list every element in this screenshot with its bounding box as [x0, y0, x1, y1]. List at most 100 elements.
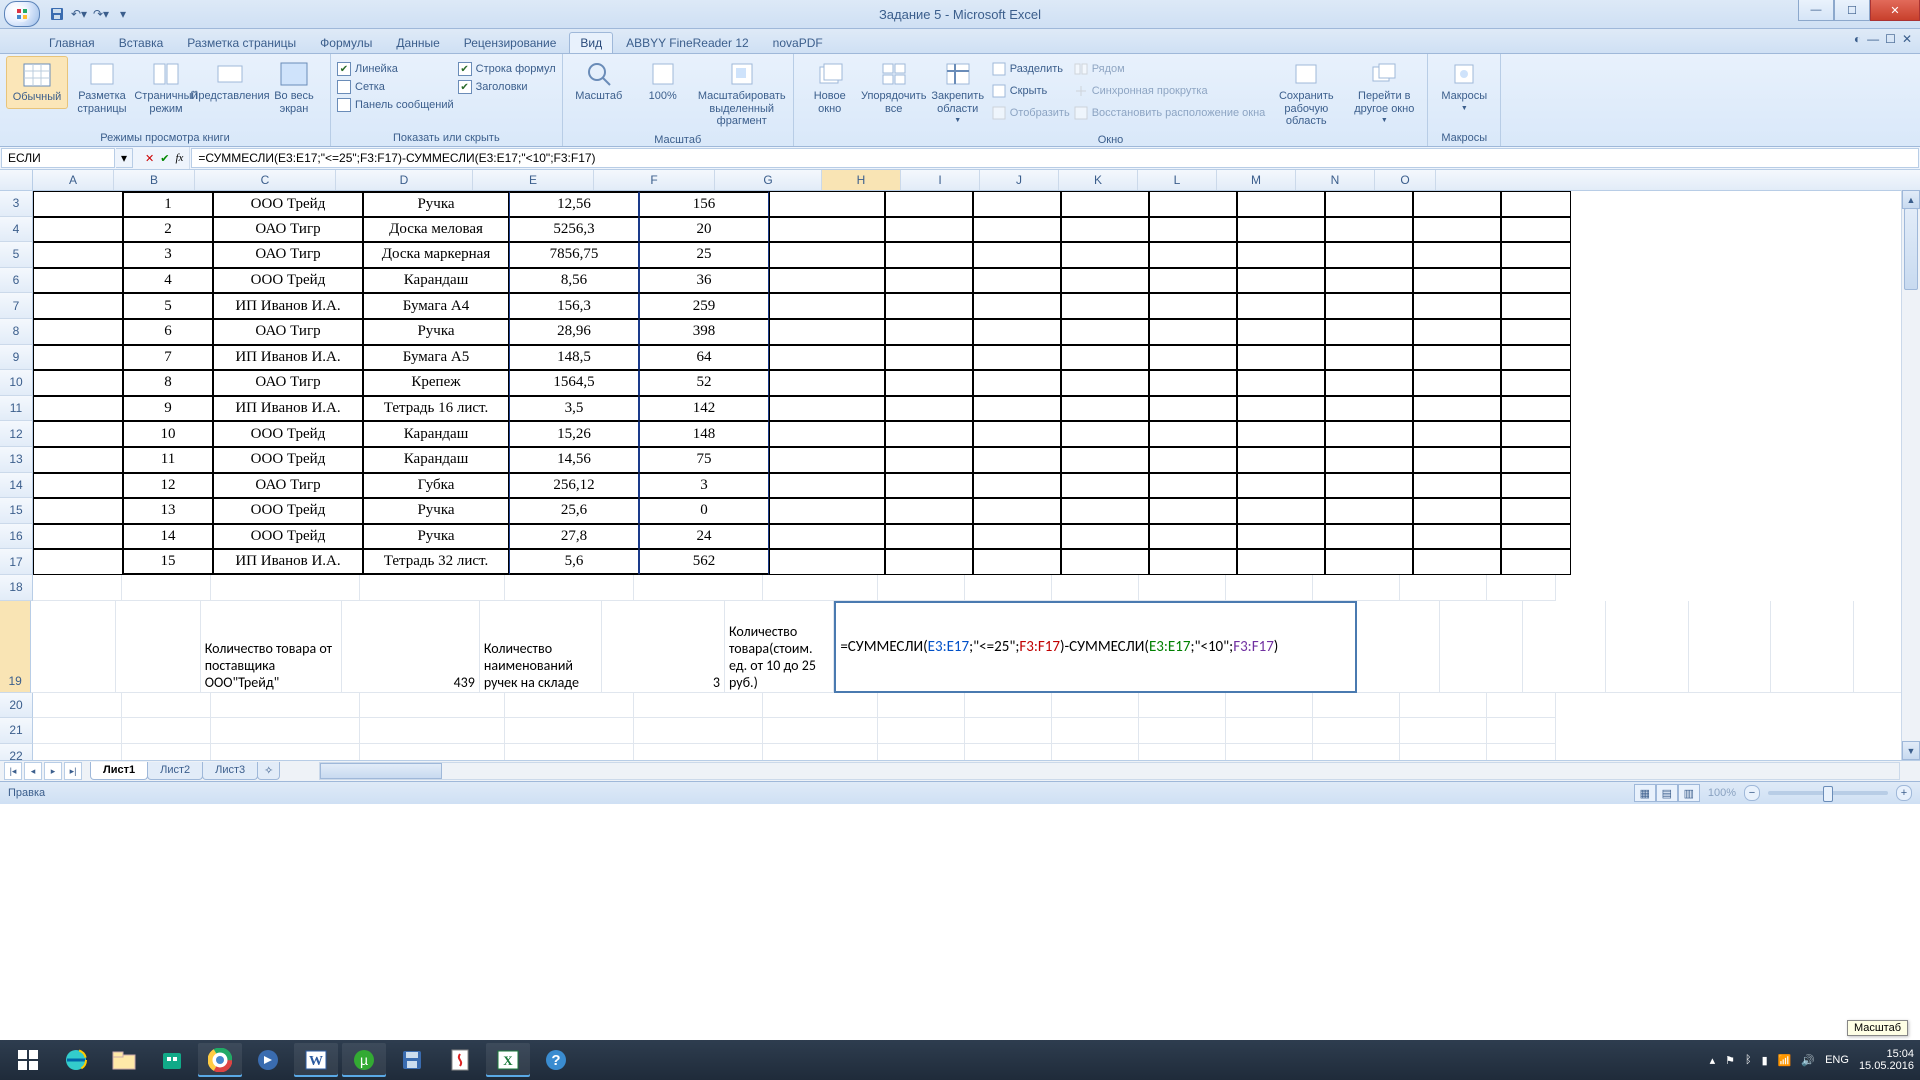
cell[interactable]: 1: [123, 191, 213, 217]
sheet-next-icon[interactable]: ▸: [44, 762, 62, 780]
cell[interactable]: [31, 601, 116, 693]
cell[interactable]: [1413, 498, 1501, 524]
row-header[interactable]: 3: [0, 191, 33, 217]
ribbon-restore-icon[interactable]: ☐: [1885, 32, 1896, 46]
cell[interactable]: [878, 718, 965, 744]
volume-icon[interactable]: 🔊: [1801, 1054, 1815, 1067]
cell[interactable]: [885, 498, 973, 524]
hide-button[interactable]: Скрыть: [992, 82, 1070, 100]
cell[interactable]: [1400, 693, 1487, 719]
cell[interactable]: [1413, 396, 1501, 422]
cell[interactable]: ИП Иванов И.А.: [213, 293, 363, 319]
cell[interactable]: [769, 396, 885, 422]
cell[interactable]: [1413, 268, 1501, 294]
cell[interactable]: 5,6: [509, 549, 639, 575]
cell[interactable]: 562: [639, 549, 769, 575]
cell[interactable]: [1061, 319, 1149, 345]
cell[interactable]: ОАО Тигр: [213, 319, 363, 345]
col-header-O[interactable]: O: [1375, 170, 1436, 190]
col-header-E[interactable]: E: [473, 170, 594, 190]
row-header[interactable]: 8: [0, 319, 33, 345]
cell[interactable]: 25: [639, 242, 769, 268]
cell[interactable]: [1139, 693, 1226, 719]
bluetooth-icon[interactable]: ᛒ: [1745, 1054, 1752, 1066]
custom-views-button[interactable]: Представления: [200, 56, 260, 107]
hscroll-thumb[interactable]: [320, 763, 442, 779]
cell[interactable]: 7856,75: [509, 242, 639, 268]
col-header-B[interactable]: B: [114, 170, 195, 190]
cell[interactable]: [965, 744, 1052, 760]
cell[interactable]: [973, 473, 1061, 499]
cell[interactable]: 3,5: [509, 396, 639, 422]
cell[interactable]: [1487, 575, 1556, 601]
row-header[interactable]: 18: [0, 575, 33, 601]
row-header[interactable]: 5: [0, 242, 33, 268]
cell[interactable]: [763, 575, 878, 601]
store-icon[interactable]: [150, 1043, 194, 1077]
cell[interactable]: Бумага А4: [363, 293, 509, 319]
tab-formulas[interactable]: Формулы: [309, 32, 383, 53]
cell[interactable]: [1413, 242, 1501, 268]
cell[interactable]: [973, 524, 1061, 550]
cell[interactable]: [769, 473, 885, 499]
cell[interactable]: [1413, 293, 1501, 319]
page-layout-button[interactable]: Разметка страницы: [72, 56, 132, 119]
cell[interactable]: [360, 718, 505, 744]
cell[interactable]: [1487, 744, 1556, 760]
ribbon-min-icon[interactable]: —: [1867, 32, 1879, 46]
cell[interactable]: [634, 575, 763, 601]
cell[interactable]: [33, 575, 122, 601]
cell[interactable]: [1440, 601, 1523, 693]
cell[interactable]: [1501, 319, 1571, 345]
cell[interactable]: ООО Трейд: [213, 447, 363, 473]
system-tray[interactable]: ▴ ⚑ ᛒ ▮ 📶 🔊 ENG 15:04 15.05.2016: [1710, 1048, 1914, 1072]
cell[interactable]: ООО Трейд: [213, 524, 363, 550]
cell[interactable]: [1237, 268, 1325, 294]
cell[interactable]: 256,12: [509, 473, 639, 499]
cell[interactable]: [885, 319, 973, 345]
cell[interactable]: 75: [639, 447, 769, 473]
chk-ruler[interactable]: ✔Линейка: [337, 62, 454, 76]
cell[interactable]: [116, 601, 201, 693]
cell[interactable]: [1413, 370, 1501, 396]
cell[interactable]: [769, 242, 885, 268]
cell[interactable]: [33, 524, 123, 550]
cell[interactable]: 148: [639, 421, 769, 447]
cell[interactable]: [1413, 524, 1501, 550]
cell[interactable]: [1325, 242, 1413, 268]
cell[interactable]: 398: [639, 319, 769, 345]
cell[interactable]: 9: [123, 396, 213, 422]
row-header[interactable]: 12: [0, 421, 33, 447]
cell[interactable]: [505, 693, 634, 719]
cell[interactable]: [1237, 473, 1325, 499]
cell[interactable]: [33, 242, 123, 268]
cell[interactable]: [1052, 575, 1139, 601]
cell[interactable]: [1606, 601, 1689, 693]
cell[interactable]: 15,26: [509, 421, 639, 447]
cell[interactable]: 3: [639, 473, 769, 499]
cell[interactable]: [1237, 191, 1325, 217]
name-box[interactable]: ЕСЛИ: [1, 148, 115, 168]
close-button[interactable]: ✕: [1870, 0, 1920, 21]
chk-gridlines[interactable]: Сетка: [337, 80, 454, 94]
view-break-icon[interactable]: ▥: [1678, 784, 1700, 802]
cell[interactable]: 15: [123, 549, 213, 575]
cell[interactable]: [33, 421, 123, 447]
cell[interactable]: ОАО Тигр: [213, 217, 363, 243]
cell[interactable]: [211, 718, 360, 744]
cancel-formula-icon[interactable]: ✕: [145, 152, 154, 165]
formula-input[interactable]: =СУММЕСЛИ(E3:E17;"<=25";F3:F17)-СУММЕСЛИ…: [191, 148, 1919, 168]
fullscreen-button[interactable]: Во весь экран: [264, 56, 324, 119]
cell[interactable]: [1237, 524, 1325, 550]
cell[interactable]: [1149, 345, 1237, 371]
cell[interactable]: [360, 575, 505, 601]
cell[interactable]: [1313, 718, 1400, 744]
cell[interactable]: 64: [639, 345, 769, 371]
cell[interactable]: [211, 744, 360, 760]
cell[interactable]: 14: [123, 524, 213, 550]
col-header-F[interactable]: F: [594, 170, 715, 190]
cell[interactable]: ОАО Тигр: [213, 473, 363, 499]
name-box-dropdown[interactable]: ▾: [116, 148, 133, 168]
cell[interactable]: [1325, 421, 1413, 447]
start-button[interactable]: [6, 1043, 50, 1077]
